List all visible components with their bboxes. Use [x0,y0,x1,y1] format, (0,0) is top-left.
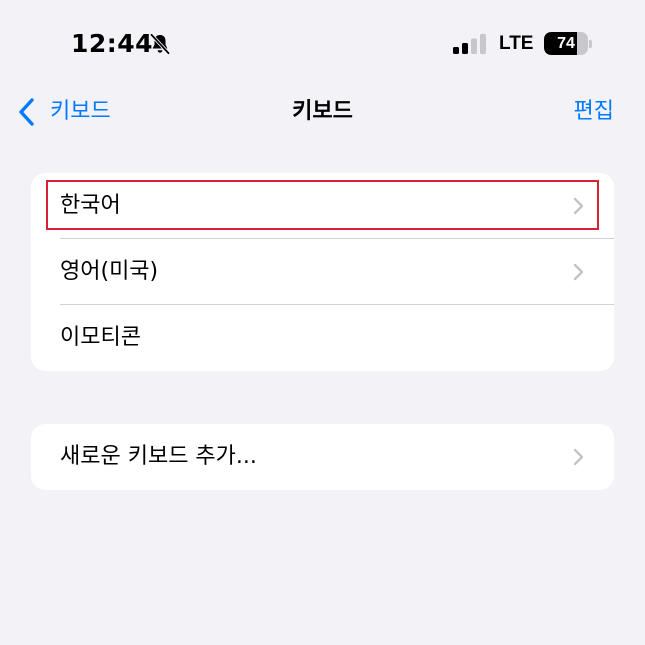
battery-icon: 74 [544,32,592,56]
chevron-right-icon [573,448,584,466]
chevron-right-icon [573,197,584,215]
nav-bar: 키보드 키보드 편집 [0,88,645,136]
status-time: 12:44 [71,29,154,58]
add-keyboard-button[interactable]: 새로운 키보드 추가... [31,424,614,490]
keyboard-row-english-us[interactable]: 영어(미국) [31,239,614,305]
chevron-right-icon [573,263,584,281]
keyboard-row-korean[interactable]: 한국어 [31,173,614,239]
keyboard-list: 한국어 영어(미국) 이모티콘 [31,173,614,371]
keyboard-row-emoji[interactable]: 이모티콘 [31,305,614,371]
page-title: 키보드 [292,99,353,124]
keyboard-label: 영어(미국) [60,259,159,284]
battery-level: 74 [557,35,575,52]
battery-cap [589,40,592,48]
keyboard-label: 이모티콘 [60,325,141,350]
keyboard-label: 한국어 [60,193,121,218]
edit-button[interactable]: 편집 [574,97,614,127]
battery-body: 74 [544,32,588,55]
add-keyboard-group: 새로운 키보드 추가... [31,424,614,490]
add-keyboard-label: 새로운 키보드 추가... [60,444,257,469]
status-bar: 12:44 LTE 74 [0,0,645,80]
bell-slash-icon [149,33,171,55]
network-type: LTE [499,33,534,54]
screen: 12:44 LTE 74 키보드 키보드 편집 한국어 영어(미국) 이모티콘 … [0,0,645,645]
signal-icon [453,34,486,54]
